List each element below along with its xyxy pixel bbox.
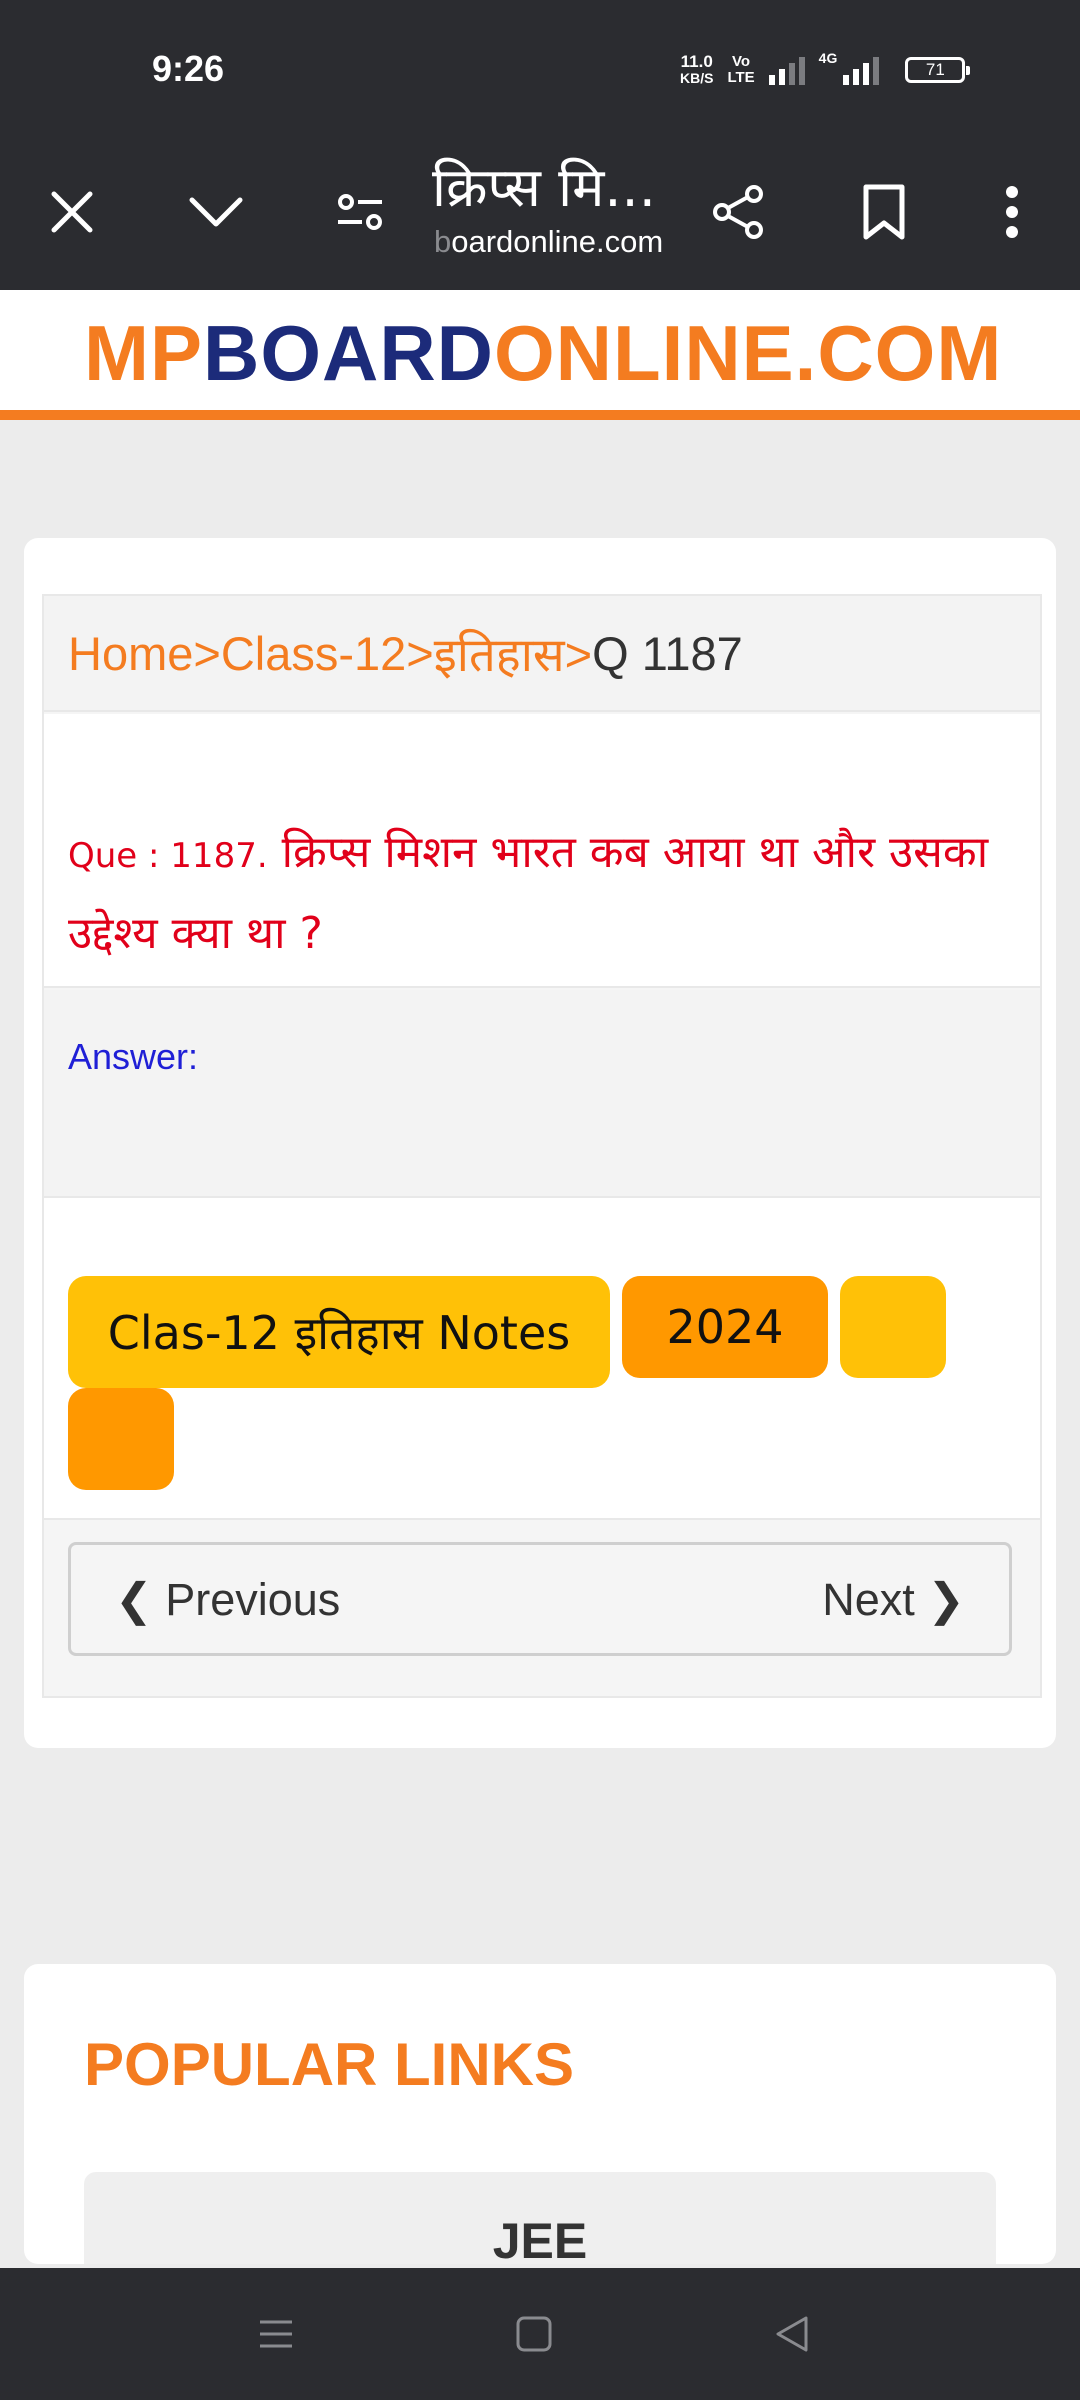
tag-list: Clas-12 इतिहास Notes 2024 — [44, 1198, 1040, 1520]
status-time: 9:26 — [152, 48, 225, 89]
chevron-down-icon[interactable] — [184, 180, 248, 244]
signal-icon — [768, 55, 805, 85]
url-faded: b — [434, 224, 452, 259]
status-bar: 9:26 11.0 KB/S Vo LTE 4G 71 — [0, 0, 1080, 140]
breadcrumb: Home> Class-12> इतिहास> Q 1187 — [44, 596, 1040, 712]
question-card: Home> Class-12> इतिहास> Q 1187 Que : 118… — [24, 538, 1056, 1748]
system-nav-bar — [0, 2268, 1080, 2400]
status-indicators: 11.0 KB/S Vo LTE 4G 71 — [680, 50, 971, 90]
breadcrumb-subject[interactable]: इतिहास> — [434, 621, 592, 685]
tab-title[interactable]: क्रिप्स मि... — [432, 148, 656, 222]
previous-button[interactable]: ❮ Previous — [115, 1545, 340, 1653]
breadcrumb-class[interactable]: Class-12> — [221, 626, 434, 681]
popular-link-label: JEE — [492, 2213, 588, 2264]
close-icon[interactable] — [40, 180, 104, 244]
more-vert-icon[interactable] — [980, 180, 1044, 244]
volte-indicator: Vo LTE — [727, 54, 754, 86]
popular-links-title: POPULAR LINKS — [84, 2031, 575, 2098]
browser-toolbar: क्रिप्स मि... boardonline.com — [0, 140, 1080, 290]
net-speed-unit: KB/S — [680, 70, 714, 86]
bookmark-icon[interactable] — [852, 180, 916, 244]
question-text: Que : 1187. क्रिप्स मिशन भारत कब आया था … — [44, 714, 1040, 988]
url-text[interactable]: boardonline.com — [434, 224, 663, 260]
tag-empty-1[interactable] — [840, 1276, 946, 1378]
answer-label: Answer: — [68, 1036, 199, 1077]
home-square-icon[interactable] — [514, 2314, 554, 2359]
network-type: 4G — [818, 50, 838, 66]
logo-online: ONLINE.COM — [494, 309, 1003, 397]
question-panel: Home> Class-12> इतिहास> Q 1187 Que : 118… — [42, 594, 1042, 1698]
breadcrumb-home[interactable]: Home> — [68, 626, 221, 681]
filter-icon[interactable] — [328, 180, 392, 244]
answer-section: Answer: — [44, 990, 1040, 1198]
battery-icon: 71 — [905, 57, 971, 83]
menu-icon[interactable] — [256, 2314, 296, 2359]
logo-board: BOARD — [203, 309, 494, 397]
popular-links-section: POPULAR LINKS JEE — [24, 1964, 1056, 2264]
logo-mp: MP — [84, 309, 203, 397]
popular-link-item[interactable]: JEE — [84, 2172, 996, 2264]
volte-top: Vo — [732, 53, 751, 70]
question-label: Que : 1187. — [68, 836, 268, 876]
signal-icon-2 — [843, 55, 880, 85]
tag-class-notes[interactable]: Clas-12 इतिहास Notes — [68, 1276, 610, 1388]
net-speed-value: 11.0 — [680, 52, 713, 71]
tag-empty-2[interactable] — [68, 1388, 174, 1490]
site-logo[interactable]: MPBOARDONLINE.COM — [84, 308, 1002, 399]
breadcrumb-current: Q 1187 — [592, 626, 743, 680]
tag-year[interactable]: 2024 — [622, 1276, 828, 1378]
back-triangle-icon[interactable] — [772, 2314, 812, 2359]
next-button[interactable]: Next ❯ — [822, 1545, 965, 1653]
url-domain: oardonline.com — [451, 224, 664, 259]
net-speed: 11.0 KB/S — [680, 53, 713, 87]
volte-bottom: LTE — [727, 69, 755, 86]
site-header: MPBOARDONLINE.COM — [0, 290, 1080, 420]
share-icon[interactable] — [706, 180, 770, 244]
pager: ❮ Previous Next ❯ — [68, 1542, 1012, 1656]
